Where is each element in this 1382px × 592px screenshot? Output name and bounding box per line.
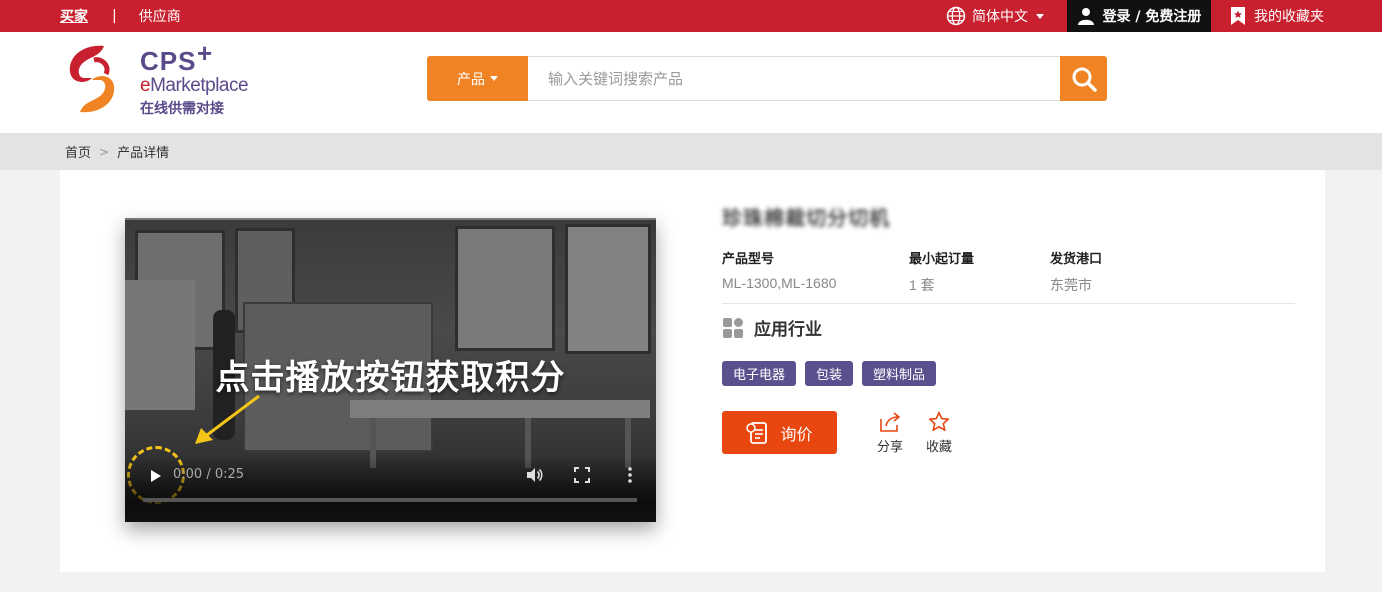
- product-video-player[interactable]: 点击播放按钮获取积分 0:00 / 0:25: [125, 218, 656, 522]
- breadcrumb-home-link[interactable]: 首页: [65, 142, 91, 161]
- volume-icon[interactable]: [525, 466, 543, 484]
- factory-window: [565, 224, 651, 354]
- login-register-button[interactable]: 登录 / 免费注册: [1067, 0, 1211, 32]
- star-icon: [928, 411, 950, 432]
- logo-cps-text: CPS: [140, 46, 197, 76]
- inquiry-document-icon: [746, 421, 768, 444]
- apps-grid-icon: [723, 317, 743, 338]
- spec-label: 发货港口: [1050, 252, 1103, 267]
- language-label: 简体中文: [972, 9, 1028, 25]
- collect-button[interactable]: 收藏: [921, 411, 957, 455]
- spec-label: 最小起订量: [909, 252, 975, 267]
- industry-heading: 应用行业: [722, 315, 822, 340]
- search-category-dropdown[interactable]: 产品: [427, 56, 528, 101]
- industry-tag[interactable]: 包装: [805, 361, 854, 386]
- share-icon: [880, 412, 901, 432]
- play-icon[interactable]: [145, 466, 165, 486]
- site-logo[interactable]: CPS + eMarketplace 在线供需对接: [64, 38, 284, 122]
- product-card: 点击播放按钮获取积分 0:00 / 0:25 珍珠棉裁切分切机 产品型号 ML-…: [60, 170, 1325, 572]
- logo-marketplace-word: Marketplace: [150, 75, 249, 96]
- role-switcher: 买家 | 供应商: [60, 0, 181, 32]
- user-icon: [1077, 8, 1094, 25]
- share-label: 分享: [876, 440, 903, 455]
- more-options-icon[interactable]: [625, 466, 635, 484]
- industry-label: 应用行业: [754, 320, 822, 340]
- logo-e-letter: e: [140, 75, 151, 96]
- spec-shipping-port: 发货港口 东莞市: [1050, 248, 1102, 295]
- logo-emarketplace-text: eMarketplace: [140, 75, 249, 97]
- breadcrumb: 首页 > 产品详情: [0, 133, 1382, 170]
- logo-tagline: 在线供需对接: [140, 101, 224, 117]
- industry-tag[interactable]: 电子电器: [722, 361, 797, 386]
- industry-tags: 电子电器 包装 塑料制品: [722, 361, 937, 386]
- spec-divider: [722, 303, 1295, 304]
- search-icon: [1072, 67, 1097, 92]
- spec-label: 产品型号: [722, 252, 775, 267]
- caret-down-icon: [1036, 13, 1044, 19]
- product-title: 珍珠棉裁切分切机: [722, 202, 902, 230]
- spec-value: 1 套: [909, 277, 935, 293]
- industry-tag[interactable]: 塑料制品: [862, 361, 937, 386]
- supplier-link[interactable]: 供应商: [139, 6, 181, 26]
- search-category-label: 产品: [457, 71, 485, 88]
- factory-window: [455, 226, 555, 351]
- collect-label: 收藏: [925, 440, 952, 455]
- video-controls: 0:00 / 0:25: [125, 456, 656, 522]
- caret-down-icon: [490, 76, 498, 81]
- bookmark-star-icon: [1231, 7, 1245, 25]
- globe-icon: [946, 6, 966, 26]
- chevron-right-icon: >: [99, 144, 110, 159]
- search-button[interactable]: [1060, 56, 1107, 101]
- work-table: [350, 400, 650, 418]
- inquire-button[interactable]: 询价: [722, 411, 837, 454]
- fullscreen-icon[interactable]: [574, 467, 590, 483]
- favorites-link[interactable]: 我的收藏夹: [1230, 0, 1324, 32]
- inquire-label: 询价: [780, 424, 813, 444]
- video-progress-bar[interactable]: [143, 498, 637, 502]
- site-header: CPS + eMarketplace 在线供需对接 产品: [0, 32, 1382, 133]
- product-title-text: 珍珠棉裁切分切机: [722, 206, 890, 230]
- logo-plus-text: +: [197, 38, 213, 68]
- role-separator: |: [112, 8, 117, 24]
- top-bar: 买家 | 供应商 简体中文 登录 / 免费注册 我的收藏夹: [0, 0, 1382, 32]
- breadcrumb-current: 产品详情: [117, 146, 170, 161]
- search-bar: 产品: [427, 56, 1107, 101]
- spec-model: 产品型号 ML-1300,ML-1680: [722, 248, 836, 291]
- favorites-label: 我的收藏夹: [1254, 9, 1324, 25]
- spec-min-order: 最小起订量 1 套: [909, 248, 974, 295]
- search-input[interactable]: [528, 56, 1060, 101]
- video-time: 0:00 / 0:25: [173, 467, 245, 482]
- spec-value: ML-1300,ML-1680: [722, 275, 837, 291]
- buyer-link[interactable]: 买家: [60, 6, 88, 26]
- language-selector[interactable]: 简体中文: [946, 0, 1044, 32]
- login-register-label: 登录 / 免费注册: [1102, 9, 1202, 25]
- share-button[interactable]: 分享: [872, 411, 908, 455]
- logo-mark-icon: [69, 45, 115, 113]
- spec-value: 东莞市: [1050, 277, 1092, 293]
- pointer-arrow-icon: [195, 394, 260, 444]
